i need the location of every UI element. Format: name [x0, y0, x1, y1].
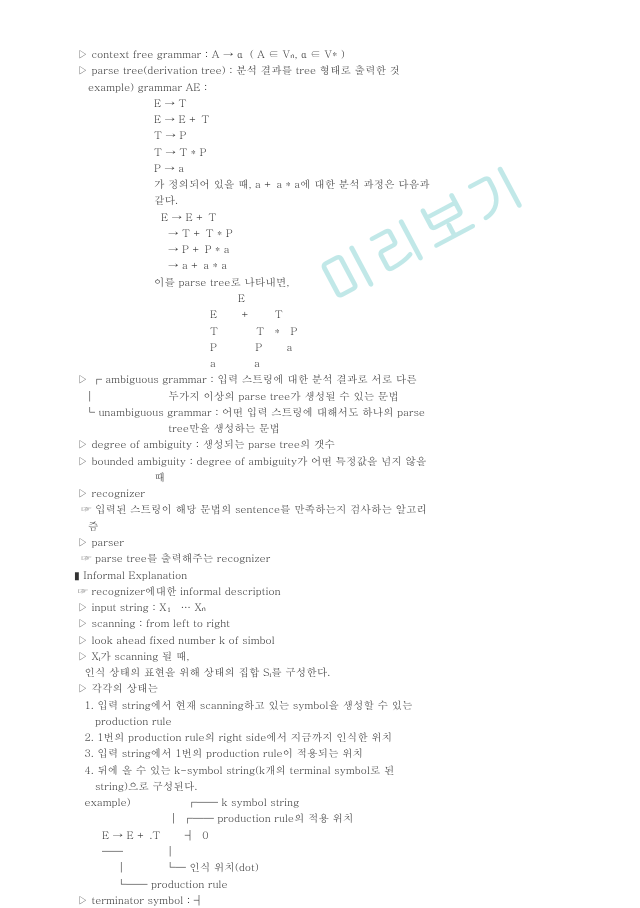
line: example) grammar AE : — [74, 79, 580, 95]
line: ── │ — [74, 843, 580, 859]
line: 가 정의되어 있을 때, a + a * a에 대한 분석 과정은 다음과 — [74, 176, 580, 192]
line: ▷ input string : X₁ … Xₙ — [74, 599, 580, 615]
line: ▷ parse tree(derivation tree) : 분석 결과를 t… — [74, 62, 580, 78]
line: E — [74, 290, 580, 306]
line: 3. 입력 string에서 1번의 production rule이 적용되는… — [74, 745, 580, 761]
line: │ └─ 인식 위치(dot) — [74, 859, 580, 875]
line: E → E + T — [74, 111, 580, 127]
line: E → E + T — [74, 209, 580, 225]
line: 2. 1번의 production rule의 right side에서 지금까… — [74, 729, 580, 745]
line: 같다. — [74, 192, 580, 208]
line: 4. 뒤에 올 수 있는 k-symbol string(k개의 termina… — [74, 762, 580, 778]
line: E + T — [74, 306, 580, 322]
line: → P + P * a — [74, 241, 580, 257]
line: ▷ look ahead fixed number k of simbol — [74, 632, 580, 648]
line: string)으로 구성된다. — [74, 778, 580, 794]
line: E → E + .T ┤ 0 — [74, 827, 580, 843]
line: └── production rule — [74, 876, 580, 892]
line: ▷ context free grammar : A → α ( A ∈ Vₙ,… — [74, 46, 580, 62]
line: ▮ Informal Explanation — [74, 567, 580, 583]
line: example) ┌── k symbol string — [74, 794, 580, 810]
line: ☞ recognizer에대한 informal description — [74, 583, 580, 599]
line: ▷ degree of ambiguity : 생성되는 parse tree의… — [74, 436, 580, 452]
document-page: 미리보기 ▷ context free grammar : A → α ( A … — [0, 0, 640, 905]
line: P P a — [74, 339, 580, 355]
line: T T * P — [74, 323, 580, 339]
line: E → T — [74, 95, 580, 111]
line: 즘 — [74, 518, 580, 534]
line: ▷ parser — [74, 534, 580, 550]
line: 이를 parse tree로 나타내면, — [74, 274, 580, 290]
line: ☞ parse tree를 출력해주는 recognizer — [74, 550, 580, 566]
line: ☞ 입력된 스트링이 해당 문법의 sentence를 만족하는지 검사하는 알… — [74, 501, 580, 517]
line: ▷ recognizer — [74, 485, 580, 501]
line: ▷ ┌ ambiguous grammar : 입력 스트링에 대한 분석 결과… — [74, 371, 580, 387]
line: P → a — [74, 160, 580, 176]
line: 인식 상태의 표현을 위해 상태의 집합 Sᵢ를 구성한다. — [74, 664, 580, 680]
line: │ ┌── production rule의 적용 위치 — [74, 810, 580, 826]
line: ▷ scanning : from left to right — [74, 615, 580, 631]
line: ▷ 각각의 상태는 — [74, 680, 580, 696]
line: T → P — [74, 127, 580, 143]
line: 1. 입력 string에서 현재 scanning하고 있는 symbol을 … — [74, 697, 580, 713]
line: 때 — [74, 469, 580, 485]
line: production rule — [74, 713, 580, 729]
line: T → T * P — [74, 144, 580, 160]
line: │ 두가지 이상의 parse tree가 생성될 수 있는 문법 — [74, 388, 580, 404]
line: ▷ Xᵢ가 scanning 될 때, — [74, 648, 580, 664]
line: tree만을 생성하는 문법 — [74, 420, 580, 436]
line: → T + T * P — [74, 225, 580, 241]
line: ▷ terminator symbol : ┤ — [74, 892, 580, 908]
line: a a — [74, 355, 580, 371]
line: └ unambiguous grammar : 어떤 입력 스트링에 대해서도 … — [74, 404, 580, 420]
line: ▷ bounded ambiguity : degree of ambiguit… — [74, 453, 580, 469]
line: → a + a * a — [74, 257, 580, 273]
